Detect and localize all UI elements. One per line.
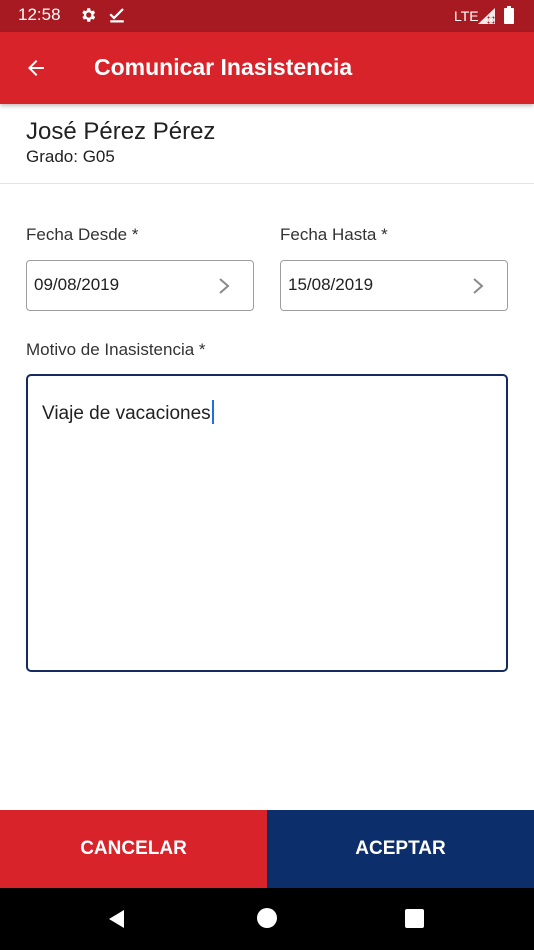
page-title: Comunicar Inasistencia [94, 54, 353, 80]
student-grade: Grado: G05 [26, 147, 115, 166]
motivo-label: Motivo de Inasistencia * [26, 340, 206, 359]
fecha-hasta-value: 15/08/2019 [288, 275, 374, 294]
check-icon [109, 8, 124, 23]
app-bar: Comunicar Inasistencia [0, 32, 534, 104]
nav-recents-icon[interactable] [405, 909, 424, 928]
student-name: José Pérez Pérez [26, 118, 216, 145]
text-caret [211, 400, 214, 424]
chevron-right-icon [473, 278, 484, 294]
network-type: LTE [454, 8, 479, 24]
motivo-value: Viaje de vacaciones [42, 400, 214, 425]
fecha-hasta-label: Fecha Hasta * [280, 225, 388, 244]
back-button[interactable] [18, 50, 54, 86]
nav-back-icon[interactable] [106, 908, 128, 930]
nav-home-icon[interactable] [257, 908, 277, 928]
signal-icon [478, 8, 495, 24]
accept-button[interactable]: ACEPTAR [267, 810, 534, 888]
student-info: José Pérez Pérez Grado: G05 [26, 118, 215, 167]
battery-icon [504, 6, 514, 24]
status-bar: 12:58 LTE [0, 0, 534, 32]
motivo-textarea[interactable]: Viaje de vacaciones [26, 374, 508, 672]
status-time: 12:58 [18, 5, 61, 24]
gear-icon [82, 8, 96, 22]
fecha-desde-field[interactable]: 09/08/2019 [26, 260, 254, 311]
fecha-hasta-field[interactable]: 15/08/2019 [280, 260, 508, 311]
arrow-left-icon [28, 60, 44, 76]
fecha-desde-label: Fecha Desde * [26, 225, 139, 244]
cancel-button[interactable]: CANCELAR [0, 810, 267, 888]
system-nav-bar [0, 888, 534, 950]
chevron-right-icon [219, 278, 230, 294]
fecha-desde-value: 09/08/2019 [34, 275, 120, 294]
divider [0, 183, 534, 184]
